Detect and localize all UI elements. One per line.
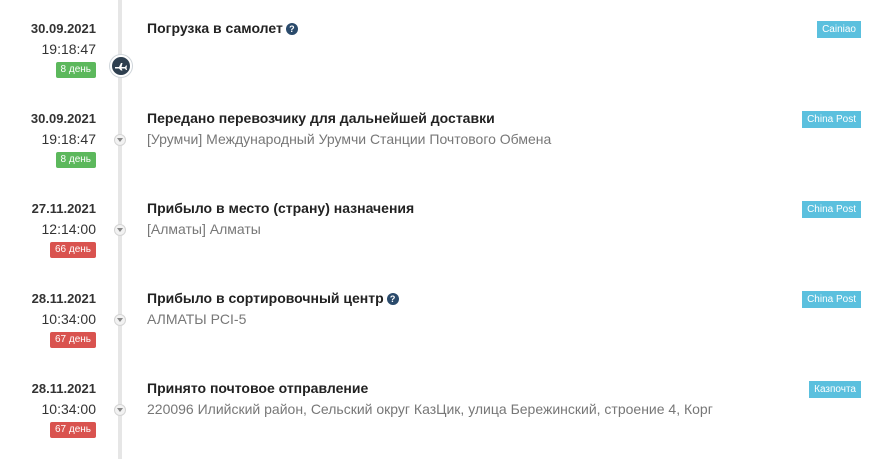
- days-badge: 67 день: [49, 332, 96, 348]
- carrier-badge: China Post: [802, 291, 861, 308]
- days-badge: 66 день: [49, 242, 96, 258]
- event-title-text: Прибыло в сортировочный центр: [147, 290, 384, 306]
- event-location: [Урумчи] Международный Урумчи Станции По…: [147, 131, 552, 147]
- event-title: Передано перевозчику для дальнейшей дост…: [147, 110, 495, 126]
- chevron-down-icon: [114, 224, 126, 236]
- event-time: 10:34:00: [41, 311, 97, 327]
- tracking-event: 27.11.2021 12:14:00 66 день Прибыло в ме…: [0, 198, 878, 288]
- chevron-down-icon: [114, 404, 126, 416]
- days-badge: 67 день: [49, 422, 96, 438]
- help-icon[interactable]: ?: [285, 23, 298, 35]
- event-title-text: Передано перевозчику для дальнейшей дост…: [147, 110, 495, 126]
- carrier-badge: Казпочта: [809, 381, 861, 398]
- tracking-event: 28.11.2021 10:34:00 67 день Принято почт…: [0, 378, 878, 468]
- event-title: Прибыло в место (страну) назначения: [147, 200, 414, 216]
- carrier-badge: Cainiao: [817, 21, 861, 38]
- event-time: 19:18:47: [41, 41, 97, 57]
- event-title: Прибыло в сортировочный центр?: [147, 290, 399, 306]
- event-date: 28.11.2021: [31, 381, 96, 396]
- chevron-down-icon: [114, 314, 126, 326]
- event-location: АЛМАТЫ PCI-5: [147, 311, 247, 327]
- event-date: 28.11.2021: [31, 291, 96, 306]
- event-date: 30.09.2021: [30, 21, 96, 36]
- carrier-badge: China Post: [802, 111, 861, 128]
- event-location: [Алматы] Алматы: [147, 221, 261, 237]
- event-title-text: Погрузка в самолет: [147, 20, 283, 36]
- tracking-event: 30.09.2021 19:18:47 8 день Передано пере…: [0, 108, 878, 198]
- event-time: 10:34:00: [41, 401, 97, 417]
- chevron-down-icon: [114, 134, 126, 146]
- tracking-event: 28.11.2021 10:34:00 67 день Прибыло в со…: [0, 288, 878, 378]
- event-location: 220096 Илийский район, Сельский округ Ка…: [147, 401, 713, 417]
- carrier-badge: China Post: [802, 201, 861, 218]
- event-title-text: Принято почтовое отправление: [147, 380, 369, 396]
- event-time: 19:18:47: [41, 131, 97, 147]
- event-time: 12:14:00: [41, 221, 97, 237]
- airplane-icon: [110, 55, 132, 77]
- tracking-event: 30.09.2021 19:18:47 8 день Погрузка в са…: [0, 18, 878, 108]
- event-title: Принято почтовое отправление: [147, 380, 368, 396]
- event-title-text: Прибыло в место (страну) назначения: [147, 200, 415, 216]
- help-icon[interactable]: ?: [386, 293, 399, 305]
- event-date: 30.09.2021: [30, 111, 96, 126]
- event-date: 27.11.2021: [31, 201, 96, 216]
- days-badge: 8 день: [55, 152, 96, 168]
- event-title: Погрузка в самолет?: [147, 20, 298, 36]
- days-badge: 8 день: [55, 62, 96, 78]
